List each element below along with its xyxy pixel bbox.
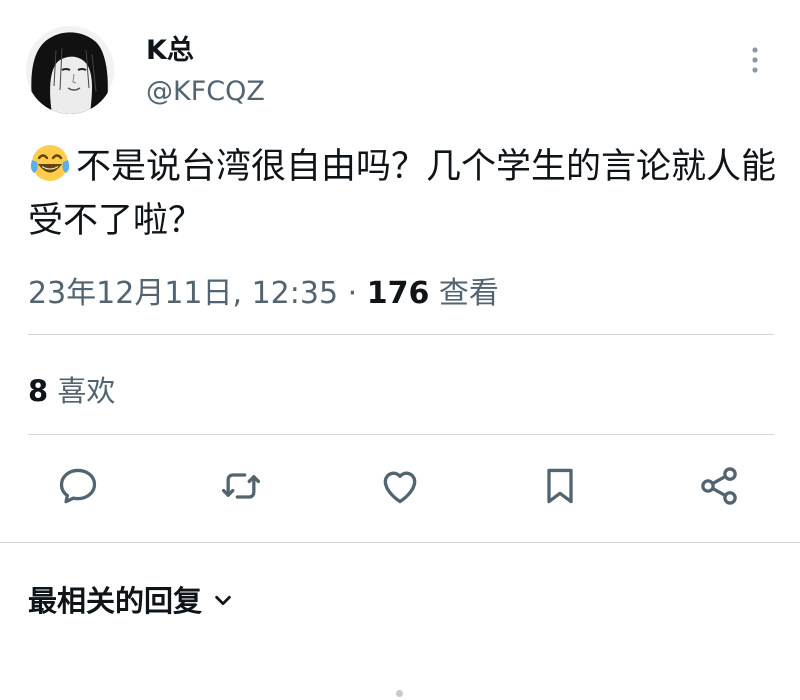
replies-sort-label: 最相关的回复 (28, 584, 203, 618)
author-display-name[interactable]: K总 (146, 28, 194, 67)
face-with-tears-of-joy-icon (28, 141, 72, 185)
divider (0, 542, 800, 543)
divider (28, 434, 774, 435)
tweet-body: 不是说台湾很自由吗？几个学生的言论就人能受不了啦？ (28, 147, 777, 241)
author-handle[interactable]: @KFCQZ (146, 76, 265, 107)
avatar[interactable] (26, 26, 114, 114)
views-count: 176 (366, 276, 430, 311)
reply-icon[interactable] (56, 464, 100, 508)
replies-sort-dropdown[interactable]: 最相关的回复 (28, 578, 234, 620)
bookmark-icon[interactable] (538, 464, 582, 508)
tweet-text: 不是说台湾很自由吗？几个学生的言论就人能受不了啦？ (28, 140, 778, 248)
avatar-image (26, 26, 114, 114)
likes-summary[interactable]: 8 喜欢 (28, 368, 115, 410)
heart-icon[interactable] (378, 464, 422, 508)
retweet-icon[interactable] (219, 464, 263, 508)
divider (28, 334, 774, 335)
tweet-meta: 23年12月11日, 12:35 · 176 查看 (28, 268, 499, 312)
page-indicator-dot (396, 690, 403, 697)
likes-label: 喜欢 (57, 374, 116, 408)
share-icon[interactable] (697, 464, 741, 508)
likes-count: 8 (28, 374, 49, 408)
tweet-timestamp[interactable]: 23年12月11日, 12:35 (28, 276, 338, 311)
views-label: 查看 (438, 276, 499, 311)
meta-separator: · (347, 276, 358, 311)
more-vertical-icon[interactable] (748, 44, 762, 78)
chevron-down-icon (212, 584, 234, 606)
